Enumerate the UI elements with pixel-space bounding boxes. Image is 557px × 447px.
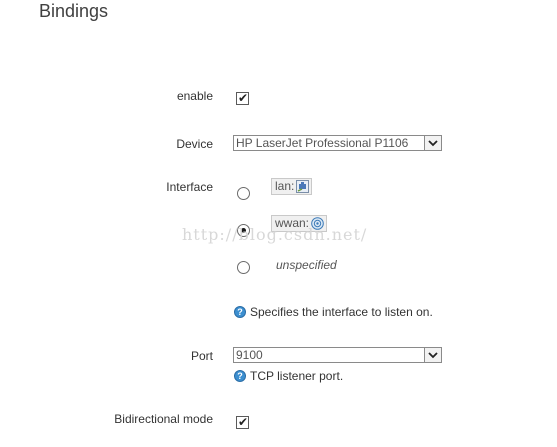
chevron-down-icon[interactable] — [424, 348, 441, 362]
ethernet-icon — [296, 180, 310, 193]
enable-label: enable — [176, 89, 213, 103]
interface-help: ? Specifies the interface to listen on. — [234, 305, 433, 319]
bindings-page: Bindings enable ✔ Device HP LaserJet Pro… — [0, 0, 557, 447]
interface-lan-name: lan: — [275, 179, 295, 193]
help-icon: ? — [234, 306, 246, 318]
bidirectional-checkbox[interactable]: ✔ — [236, 415, 249, 429]
port-select-value: 9100 — [236, 348, 263, 362]
section-title: Bindings — [39, 1, 109, 21]
interface-help-text: Specifies the interface to listen on. — [250, 305, 433, 319]
help-icon: ? — [234, 370, 246, 382]
device-label: Device — [176, 137, 213, 151]
port-select[interactable]: 9100 — [233, 347, 442, 363]
port-help-text: TCP listener port. — [250, 369, 344, 383]
interface-option-lan[interactable]: lan: — [271, 178, 313, 195]
device-select[interactable]: HP LaserJet Professional P1106 — [233, 135, 442, 151]
interface-radio-lan[interactable] — [237, 187, 250, 200]
checkmark-icon: ✔ — [238, 91, 249, 105]
interface-label: Interface — [166, 180, 213, 194]
device-select-value: HP LaserJet Professional P1106 — [236, 136, 409, 150]
bidirectional-label: Bidirectional mode — [114, 412, 213, 426]
chevron-down-icon[interactable] — [424, 136, 441, 150]
port-label: Port — [190, 349, 213, 363]
checkmark-icon: ✔ — [238, 415, 249, 429]
port-help: ? TCP listener port. — [234, 369, 343, 383]
interface-option-unspecified[interactable]: unspecified — [276, 258, 337, 272]
enable-checkbox[interactable]: ✔ — [236, 91, 249, 105]
watermark: http://blog.csdn.net/ — [182, 225, 368, 244]
interface-radio-unspecified[interactable] — [237, 261, 250, 274]
